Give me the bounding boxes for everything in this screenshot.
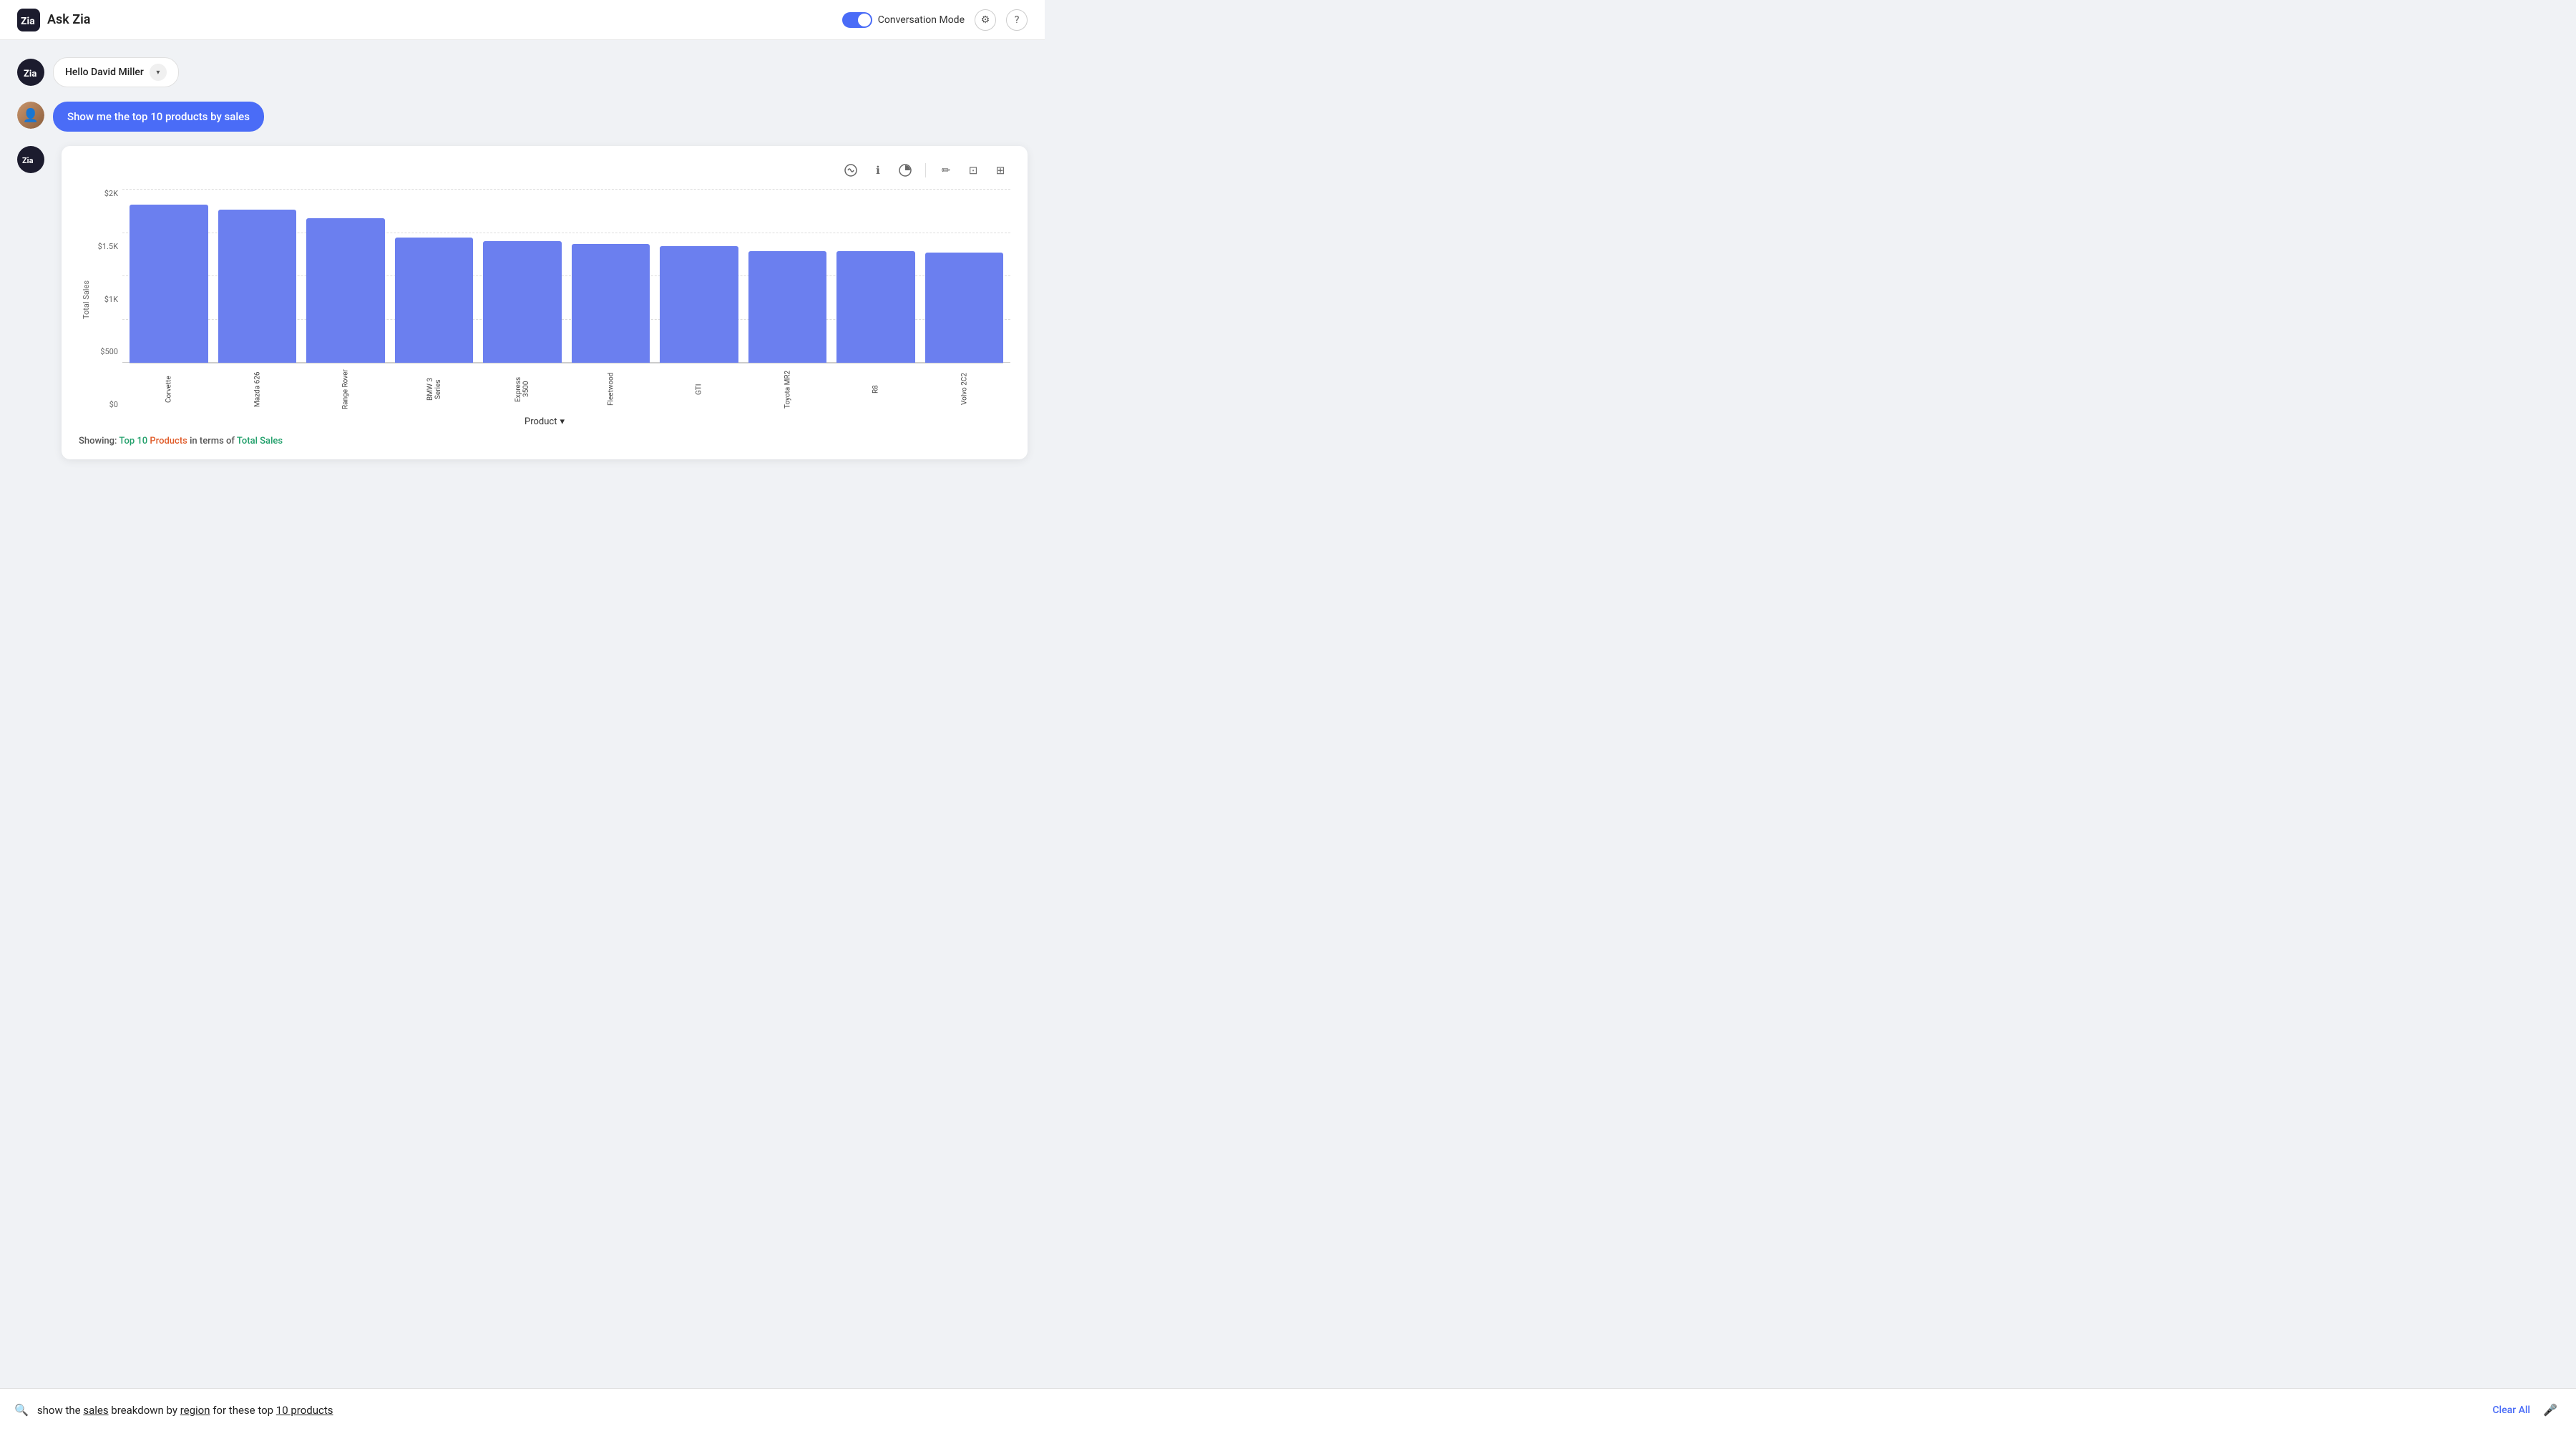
x-label-5: Fleetwood [572, 368, 650, 411]
chart-card: ℹ ✏ ⊡ ⊞ Total Sales $0 $500 $1K [62, 146, 1028, 459]
x-label-9: Volvo 2C2 [925, 368, 1004, 411]
x-label-7: Toyota MR2 [748, 368, 827, 411]
x-label-3: BMW 3 Series [395, 368, 474, 411]
x-labels-container: CorvetteMazda 626Range RoverBMW 3 Series… [122, 368, 1010, 411]
bar-group-2[interactable] [306, 189, 385, 363]
user-avatar-image: 👤 [17, 102, 44, 129]
bar-3[interactable] [395, 238, 474, 363]
user-avatar: 👤 [17, 102, 44, 129]
showing-in-terms: in terms of [190, 436, 237, 446]
y-label-1-5k: $1.5K [91, 242, 118, 251]
microphone-button[interactable]: 🎤 [2539, 1399, 2562, 1422]
y-label-0: $0 [91, 400, 118, 409]
zia-response-avatar: Zia [17, 146, 44, 173]
showing-products: Products [150, 436, 187, 446]
showing-prefix: Showing: [79, 436, 119, 446]
grid-icon[interactable]: ⊞ [990, 160, 1010, 180]
zia-chart-icon[interactable] [841, 160, 861, 180]
bar-8[interactable] [836, 251, 915, 363]
main-content: Zia Hello David Miller ▾ 👤 Show me the t… [0, 40, 1045, 529]
x-label-1: Mazda 626 [218, 368, 297, 411]
clear-all-button[interactable]: Clear All [2492, 1405, 2530, 1416]
bar-group-6[interactable] [660, 189, 738, 363]
bar-group-8[interactable] [836, 189, 915, 363]
bar-group-7[interactable] [748, 189, 827, 363]
y-labels-container: $0 $500 $1K $1.5K $2K [91, 189, 122, 411]
bar-1[interactable] [218, 210, 297, 363]
bar-5[interactable] [572, 244, 650, 363]
x-label-0: Corvette [130, 368, 208, 411]
topbar: Zia Ask Zia Conversation Mode ⚙ ? [0, 0, 1045, 40]
sales-underline: sales [83, 1404, 108, 1417]
topbar-left: Zia Ask Zia [17, 9, 90, 31]
bars-and-grid [122, 189, 1010, 363]
x-axis-chevron-icon: ▾ [560, 416, 565, 427]
info-icon[interactable]: ℹ [868, 160, 888, 180]
x-label-6: GTI [660, 368, 738, 411]
showing-top10: Top 10 [119, 436, 147, 446]
zia-icon-inner: Zia [22, 154, 39, 165]
zia-response-avatar-icon: Zia [17, 146, 44, 173]
svg-text:Zia: Zia [24, 69, 36, 79]
zia-logo-icon: Zia [17, 9, 40, 31]
conversation-mode-label: Conversation Mode [878, 14, 965, 26]
conversation-mode-toggle-wrapper[interactable]: Conversation Mode [842, 12, 965, 28]
greeting-text: Hello David Miller [65, 67, 144, 78]
chart-toolbar: ℹ ✏ ⊡ ⊞ [79, 160, 1010, 180]
zia-response-row: Zia ℹ ✏ ⊡ ⊞ [17, 146, 1028, 474]
showing-text: Showing: Top 10 Products in terms of Tot… [79, 436, 1010, 446]
greeting-chevron-button[interactable]: ▾ [150, 64, 167, 81]
bar-group-4[interactable] [483, 189, 562, 363]
bar-9[interactable] [925, 253, 1004, 363]
toolbar-divider [925, 163, 926, 177]
search-icon: 🔍 [14, 1403, 29, 1417]
bar-group-9[interactable] [925, 189, 1004, 363]
search-bar: 🔍 show the sales breakdown by region for… [0, 1388, 2576, 1431]
conversation-mode-toggle[interactable] [842, 12, 872, 28]
bars-container [122, 189, 1010, 363]
region-underline: region [180, 1404, 210, 1417]
bar-2[interactable] [306, 218, 385, 363]
bar-group-3[interactable] [395, 189, 474, 363]
y-label-1k: $1K [91, 295, 118, 304]
x-axis-title-text: Product [525, 416, 557, 427]
svg-text:Zia: Zia [21, 16, 35, 27]
zia-avatar-icon: Zia [22, 64, 39, 81]
y-label-500: $500 [91, 347, 118, 356]
bar-7[interactable] [748, 251, 827, 363]
showing-total-sales: Total Sales [237, 436, 283, 446]
settings-icon[interactable]: ⚙ [975, 9, 996, 31]
bar-group-5[interactable] [572, 189, 650, 363]
x-label-8: R8 [836, 368, 915, 411]
chart-area: Total Sales $0 $500 $1K $1.5K $2K [79, 189, 1010, 411]
user-message-bubble: Show me the top 10 products by sales [53, 102, 264, 132]
hello-bubble[interactable]: Hello David Miller ▾ [53, 57, 179, 87]
plot-area: CorvetteMazda 626Range RoverBMW 3 Series… [122, 189, 1010, 411]
edit-icon[interactable]: ✏ [936, 160, 956, 180]
chart-type-icon[interactable] [895, 160, 915, 180]
x-label-4: Express 3500 [483, 368, 562, 411]
search-input-display[interactable]: show the sales breakdown by region for t… [37, 1404, 2484, 1417]
y-axis-label: Total Sales [79, 189, 91, 411]
app-title: Ask Zia [47, 12, 90, 27]
bar-6[interactable] [660, 246, 738, 363]
save-icon[interactable]: ⊡ [963, 160, 983, 180]
x-label-2: Range Rover [306, 368, 385, 411]
bar-4[interactable] [483, 241, 562, 363]
help-icon[interactable]: ? [1006, 9, 1028, 31]
x-axis-title-row[interactable]: Product ▾ [79, 416, 1010, 427]
zia-avatar: Zia [17, 59, 44, 86]
10products-underline: 10 products [276, 1404, 333, 1417]
y-label-2k: $2K [91, 189, 118, 198]
user-message-text: Show me the top 10 products by sales [67, 110, 250, 123]
bar-0[interactable] [130, 205, 208, 363]
bar-group-1[interactable] [218, 189, 297, 363]
y-axis-section: Total Sales $0 $500 $1K $1.5K $2K [79, 189, 122, 411]
hello-row: Zia Hello David Miller ▾ [17, 57, 1028, 87]
bar-group-0[interactable] [130, 189, 208, 363]
svg-text:Zia: Zia [22, 156, 34, 165]
topbar-right: Conversation Mode ⚙ ? [842, 9, 1028, 31]
user-message-row: 👤 Show me the top 10 products by sales [17, 102, 1028, 132]
